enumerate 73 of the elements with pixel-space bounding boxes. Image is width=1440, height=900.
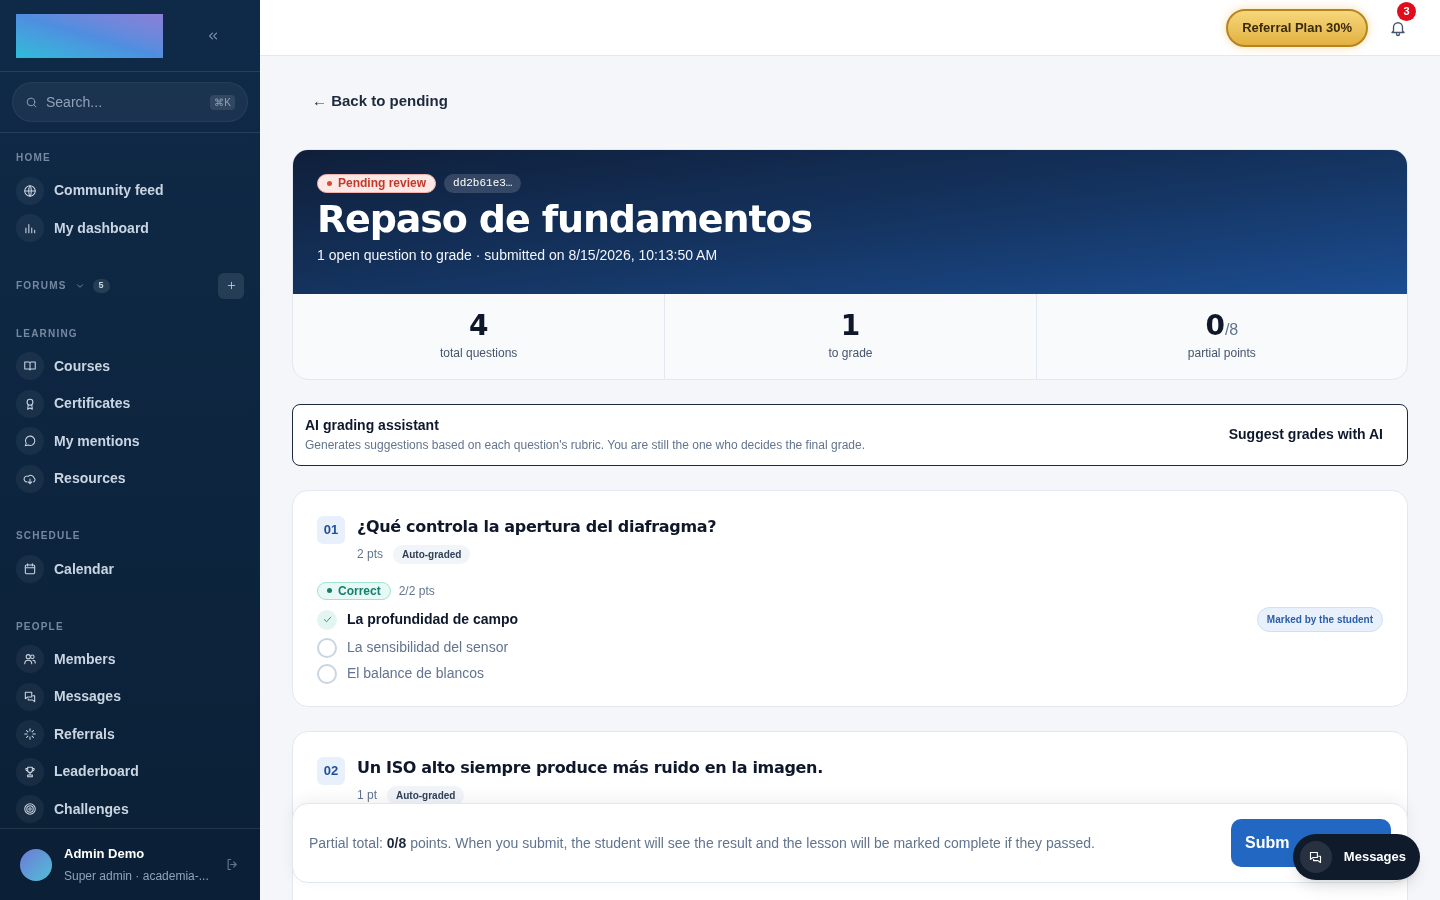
question-title: ¿Qué controla la apertura del diafragma? — [357, 515, 717, 538]
award-icon — [23, 396, 37, 411]
sparkle-icon — [23, 727, 37, 742]
search-icon — [25, 95, 38, 109]
globe-icon — [23, 183, 37, 198]
logo[interactable] — [16, 13, 163, 58]
section-label: LEARNING — [16, 326, 78, 341]
submission-info: 1 open question to grade · submitted on 8/15/2026, 10:13:50 AM — [317, 245, 719, 265]
nav-item[interactable]: Calendar — [16, 550, 244, 588]
panel-description: Generates suggestions based on each question's rubric. You are still the one who decides the final grade. — [305, 437, 866, 454]
nav-item[interactable]: Community feed — [16, 171, 244, 210]
status-badge: Pending review — [317, 173, 437, 193]
stat-value: 0 — [1205, 310, 1225, 342]
question-number: 02 — [317, 756, 345, 785]
notification-badge: 3 — [1397, 1, 1416, 21]
users-icon — [23, 652, 37, 667]
stat-label: total questions — [439, 345, 518, 362]
points-label: 1 pt — [357, 787, 377, 804]
stat-value: 1 — [840, 310, 861, 342]
nav-item[interactable]: Members — [16, 640, 244, 679]
partial-total-text: Partial total: 0/8 points. When you submit, the student will see the result and the lesson will be marked complete if they passed. — [309, 833, 1096, 853]
answer-option: La profundidad de campo — [347, 609, 519, 630]
page-title: Repaso de fundamentos — [317, 195, 813, 243]
trophy-icon — [23, 764, 37, 779]
shortcut-hint: ⌘K — [210, 94, 235, 110]
question-title: Un ISO alto siempre produce más ruido en la imagen. — [357, 756, 823, 779]
points-label: 2 pts — [357, 546, 383, 563]
nav-item[interactable]: Courses — [16, 347, 244, 386]
bar-chart-icon — [23, 221, 37, 236]
auto-graded-tag: Auto-graded — [393, 544, 471, 564]
nav-item[interactable]: Messages — [16, 678, 244, 716]
logout-icon — [225, 857, 240, 872]
section-label: PEOPLE — [16, 619, 64, 634]
avatar — [20, 848, 52, 881]
nav-item[interactable]: Referrals — [16, 715, 244, 754]
suggest-grades-button[interactable]: Suggest grades with AI — [1216, 424, 1395, 445]
chat-bubbles-icon — [1308, 849, 1324, 865]
nav-item[interactable]: My dashboard — [16, 209, 244, 247]
back-link[interactable]: ← Back to pending — [312, 90, 448, 113]
nav-item[interactable]: Resources — [16, 460, 244, 498]
plus-icon — [225, 280, 237, 292]
stat-label: to grade — [828, 345, 873, 362]
student-answer-tag: Marked by the student — [1256, 607, 1383, 632]
calendar-icon — [23, 562, 37, 577]
section-label: FORUMS — [16, 279, 67, 294]
search-field[interactable]: Search... — [46, 91, 203, 113]
stat-label: partial points — [1187, 345, 1256, 362]
referral-plan-button[interactable]: Referral Plan 30% — [1226, 8, 1368, 47]
target-icon — [23, 802, 37, 817]
section-label: SCHEDULE — [16, 529, 81, 544]
nav-item[interactable]: My mentions — [16, 422, 244, 461]
count-badge: 5 — [92, 279, 110, 293]
book-icon — [23, 359, 37, 374]
nav-item[interactable]: Certificates — [16, 385, 244, 423]
chat-bubbles-icon — [23, 689, 37, 704]
id-tag: dd2b61e3… — [444, 173, 522, 193]
section-label: HOME — [16, 150, 51, 165]
stat-total: /8 — [1224, 321, 1239, 340]
score-label: 2/2 pts — [398, 582, 435, 600]
speech-bubble-icon — [23, 434, 37, 449]
result-badge: Correct — [317, 581, 391, 600]
nav-item[interactable]: Challenges — [16, 790, 244, 828]
nav-item[interactable]: Leaderboard — [16, 753, 244, 791]
answer-option: El balance de blancos — [347, 663, 484, 684]
stat-value: 4 — [468, 310, 489, 342]
answer-option: La sensibilidad del sensor — [347, 637, 509, 658]
question-number: 01 — [317, 515, 345, 544]
search-box[interactable]: Search... ⌘K — [12, 82, 248, 122]
user-name: Admin Demo — [64, 845, 146, 864]
user-role: Super admin · academia-... — [64, 867, 210, 885]
messages-button[interactable]: Messages — [1292, 834, 1420, 880]
panel-title: AI grading assistant — [305, 416, 440, 435]
check-icon — [321, 614, 333, 625]
